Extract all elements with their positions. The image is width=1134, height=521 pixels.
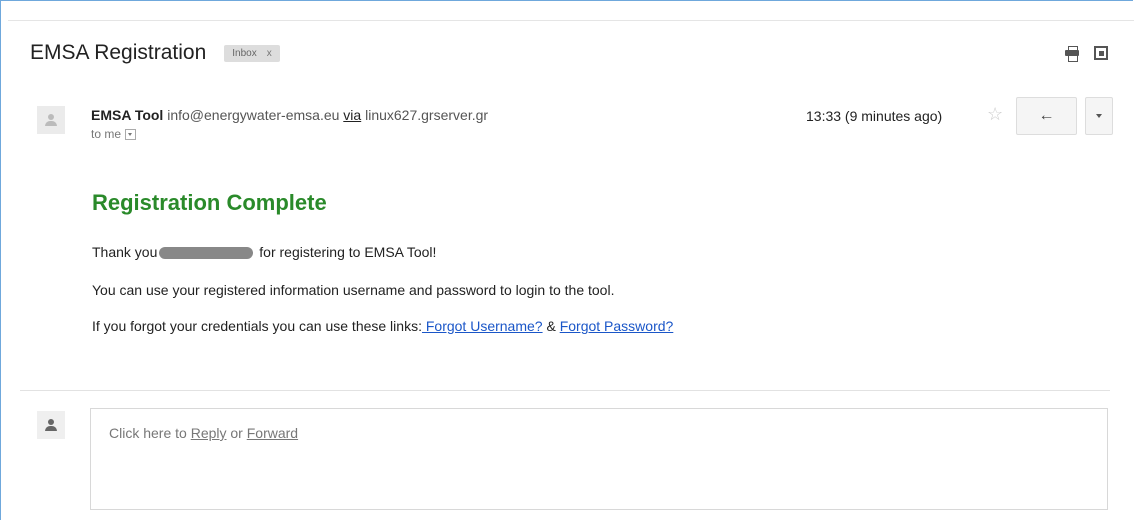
forward-link[interactable]: Forward	[247, 425, 298, 441]
email-subject: EMSA Registration	[30, 41, 207, 64]
subject-row: EMSA Registration Inbox x	[30, 38, 280, 68]
remove-label-button[interactable]: x	[267, 48, 272, 59]
thank-you-suffix: for registering to EMSA Tool!	[259, 244, 437, 260]
reply-or: or	[226, 425, 247, 441]
inbox-label[interactable]: Inbox x	[224, 44, 280, 62]
top-divider	[8, 20, 1134, 21]
ampersand: &	[542, 318, 560, 334]
thank-you-line: Thank you for registering to EMSA Tool!	[92, 244, 436, 260]
star-icon[interactable]: ☆	[987, 104, 1003, 125]
show-details-dropdown-icon[interactable]	[125, 128, 137, 140]
quick-reply-box[interactable]: Click here to Reply or Forward	[90, 408, 1108, 510]
forgot-username-link[interactable]: Forgot Username?	[422, 318, 543, 334]
sender-name[interactable]: EMSA Tool	[91, 107, 163, 123]
recipient-line: to me	[91, 127, 137, 141]
reply-prompt: Click here to Reply or Forward	[109, 425, 298, 441]
recipient-text: to me	[91, 127, 122, 141]
sender-avatar	[37, 106, 65, 134]
more-options-button[interactable]	[1085, 97, 1113, 135]
sender-email: info@energywater-emsa.eu	[167, 107, 340, 123]
info-line: You can use your registered information …	[92, 282, 615, 298]
reply-link[interactable]: Reply	[191, 425, 227, 441]
credentials-prefix: If you forgot your credentials you can u…	[92, 318, 422, 334]
message-time: 13:33 (9 minutes ago)	[806, 108, 943, 124]
via-server: linux627.grserver.gr	[365, 107, 489, 123]
thread-actions	[1064, 46, 1108, 62]
new-window-icon[interactable]	[1094, 46, 1108, 60]
message-divider	[20, 390, 1110, 391]
email-heading: Registration Complete	[92, 190, 327, 215]
redacted-username	[159, 247, 254, 260]
forgot-password-link[interactable]: Forgot Password?	[560, 318, 674, 334]
print-icon[interactable]	[1064, 46, 1080, 62]
sender-line: EMSA Tool info@energywater-emsa.eu via l…	[91, 107, 488, 123]
reply-arrow-icon: ←	[1038, 107, 1055, 124]
user-avatar	[37, 411, 65, 439]
credentials-line: If you forgot your credentials you can u…	[92, 318, 673, 334]
reply-button[interactable]: ←	[1016, 97, 1077, 135]
reply-prompt-prefix: Click here to	[109, 425, 191, 441]
inbox-label-text: Inbox	[232, 47, 257, 59]
thank-you-prefix: Thank you	[92, 244, 158, 260]
via-link[interactable]: via	[343, 107, 361, 123]
